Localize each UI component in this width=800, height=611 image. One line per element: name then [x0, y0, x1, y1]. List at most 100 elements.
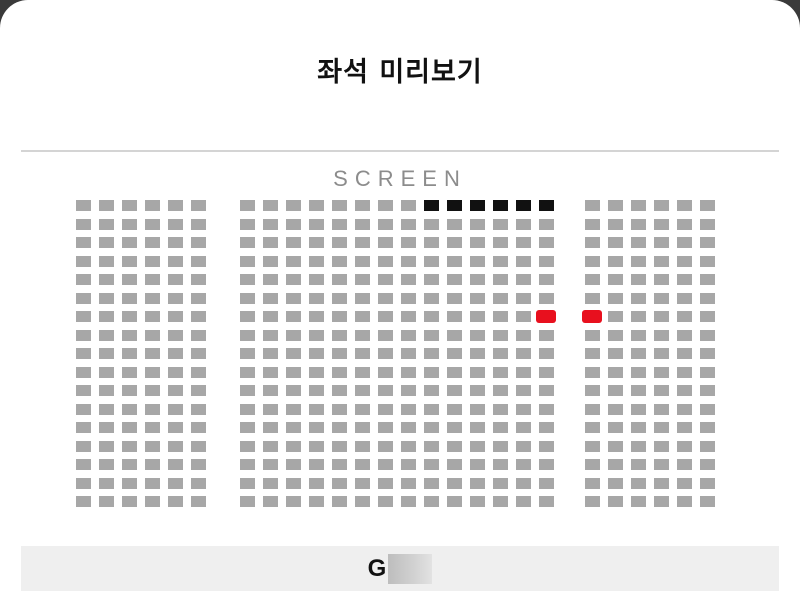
seat[interactable] — [516, 274, 531, 285]
seat[interactable] — [240, 237, 255, 248]
seat[interactable] — [608, 274, 623, 285]
seat[interactable] — [539, 366, 554, 378]
seat[interactable] — [168, 385, 183, 396]
seat[interactable] — [191, 440, 206, 452]
seat[interactable] — [309, 496, 324, 507]
seat[interactable] — [654, 218, 669, 230]
seat[interactable] — [401, 385, 416, 396]
seat[interactable] — [76, 477, 91, 489]
seat[interactable] — [122, 348, 137, 359]
seat[interactable] — [493, 403, 508, 415]
seat[interactable] — [122, 477, 137, 489]
seat[interactable] — [631, 496, 646, 507]
seat[interactable] — [355, 200, 370, 211]
seat[interactable] — [447, 440, 462, 452]
seat[interactable] — [168, 237, 183, 248]
seat[interactable] — [539, 385, 554, 396]
seat[interactable] — [309, 348, 324, 359]
seat[interactable] — [122, 385, 137, 396]
seat[interactable] — [99, 422, 114, 433]
seat[interactable] — [240, 274, 255, 285]
seat[interactable] — [122, 237, 137, 248]
seat[interactable] — [168, 366, 183, 378]
seat[interactable] — [263, 292, 278, 304]
seat[interactable] — [470, 329, 485, 341]
seat[interactable] — [191, 255, 206, 267]
seat[interactable] — [424, 255, 439, 267]
seat[interactable] — [309, 440, 324, 452]
seat[interactable] — [631, 255, 646, 267]
seat[interactable] — [378, 274, 393, 285]
seat[interactable] — [677, 348, 692, 359]
seat[interactable] — [539, 255, 554, 267]
seat[interactable] — [355, 366, 370, 378]
seat[interactable] — [677, 274, 692, 285]
seat[interactable] — [539, 459, 554, 470]
seat[interactable] — [700, 255, 715, 267]
seat[interactable] — [122, 311, 137, 322]
seat[interactable] — [516, 237, 531, 248]
seat[interactable] — [99, 218, 114, 230]
seat[interactable] — [585, 385, 600, 396]
seat[interactable] — [191, 237, 206, 248]
seat[interactable] — [99, 311, 114, 322]
seat[interactable] — [631, 422, 646, 433]
seat[interactable] — [677, 292, 692, 304]
seat[interactable] — [447, 237, 462, 248]
seat[interactable] — [99, 237, 114, 248]
seat[interactable] — [99, 440, 114, 452]
seat[interactable] — [99, 496, 114, 507]
seat[interactable] — [401, 329, 416, 341]
seat[interactable] — [332, 422, 347, 433]
seat[interactable] — [608, 422, 623, 433]
seat[interactable] — [677, 440, 692, 452]
seat[interactable] — [263, 422, 278, 433]
seat[interactable] — [286, 422, 301, 433]
seat[interactable] — [700, 440, 715, 452]
seat[interactable] — [424, 348, 439, 359]
seat[interactable] — [654, 311, 669, 322]
seat[interactable] — [493, 440, 508, 452]
seat[interactable] — [122, 274, 137, 285]
seat[interactable] — [470, 255, 485, 267]
seat[interactable] — [286, 329, 301, 341]
seat[interactable] — [168, 477, 183, 489]
seat[interactable] — [332, 274, 347, 285]
seat[interactable] — [378, 237, 393, 248]
seat[interactable] — [401, 292, 416, 304]
seat[interactable] — [447, 329, 462, 341]
seat[interactable] — [145, 477, 160, 489]
seat[interactable] — [631, 292, 646, 304]
seat[interactable] — [516, 311, 531, 322]
seat[interactable] — [168, 459, 183, 470]
seat[interactable] — [677, 403, 692, 415]
seat[interactable] — [286, 200, 301, 211]
seat[interactable] — [585, 218, 600, 230]
seat[interactable] — [493, 366, 508, 378]
seat[interactable] — [355, 459, 370, 470]
seat[interactable] — [286, 274, 301, 285]
seat[interactable] — [168, 440, 183, 452]
seat[interactable] — [122, 403, 137, 415]
seat[interactable] — [76, 329, 91, 341]
seat[interactable] — [470, 218, 485, 230]
seat[interactable] — [355, 274, 370, 285]
seat[interactable] — [700, 274, 715, 285]
seat[interactable] — [191, 218, 206, 230]
seat[interactable] — [378, 385, 393, 396]
seat[interactable] — [585, 366, 600, 378]
seat[interactable] — [240, 422, 255, 433]
seat[interactable] — [516, 292, 531, 304]
seat[interactable] — [145, 311, 160, 322]
seat[interactable] — [145, 348, 160, 359]
seat[interactable] — [677, 477, 692, 489]
seat[interactable] — [332, 200, 347, 211]
seat[interactable] — [539, 348, 554, 359]
seat[interactable] — [470, 348, 485, 359]
seat[interactable] — [700, 422, 715, 433]
seat[interactable] — [470, 440, 485, 452]
seat[interactable] — [378, 292, 393, 304]
seat[interactable] — [286, 311, 301, 322]
seat[interactable] — [516, 385, 531, 396]
seat[interactable] — [332, 496, 347, 507]
